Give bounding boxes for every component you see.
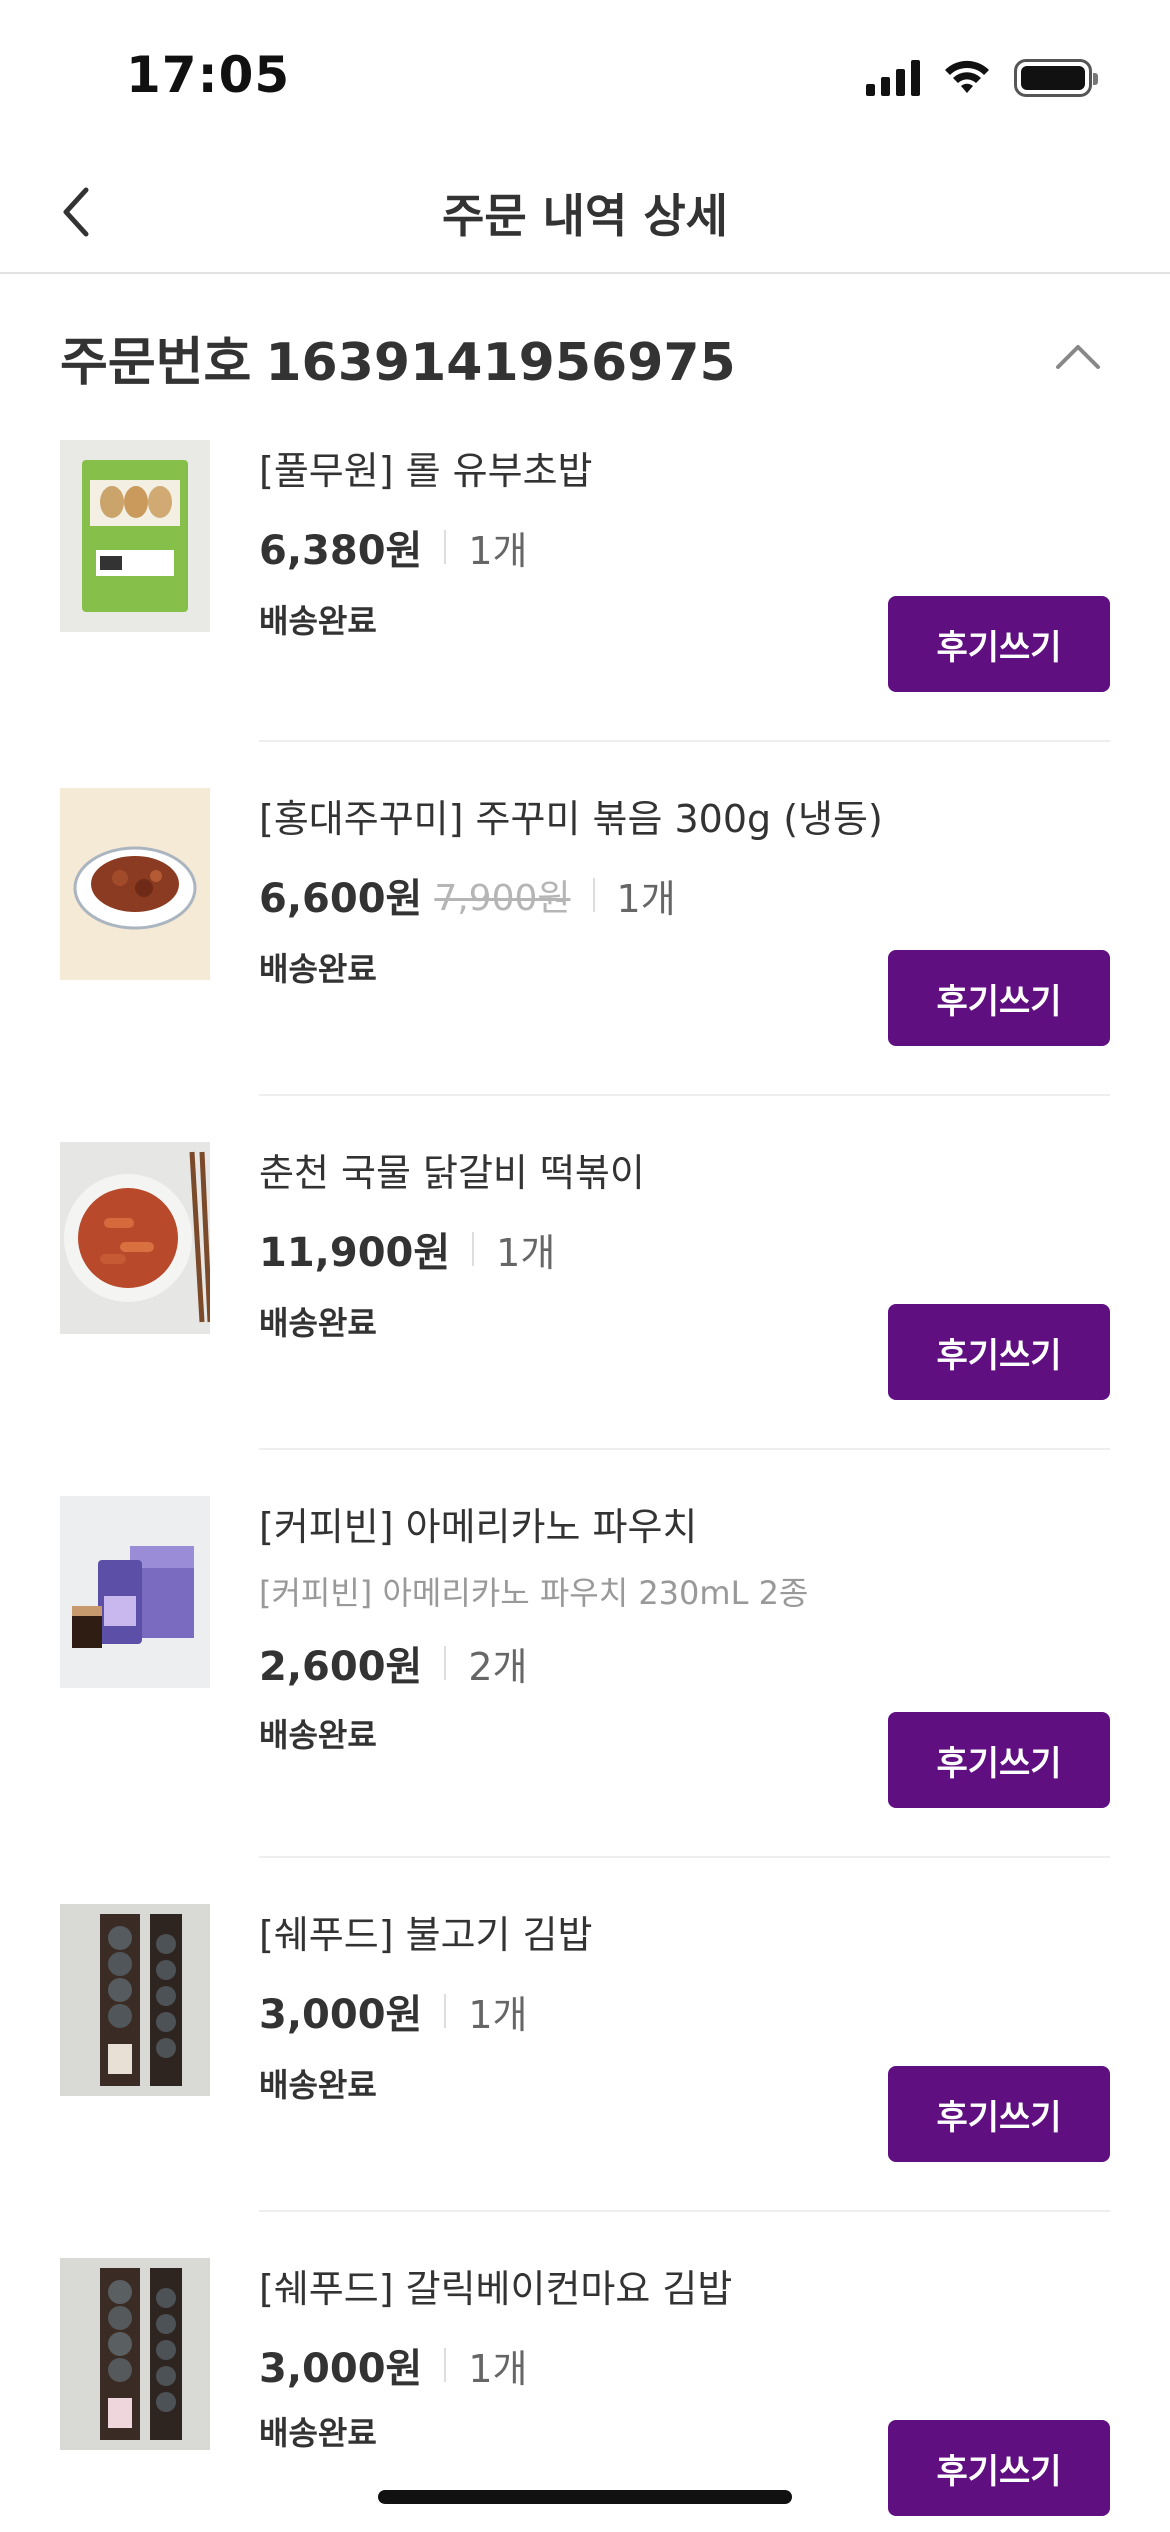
product-quantity: 1개 (468, 2346, 528, 2391)
product-price: 11,900원 (259, 1230, 451, 1276)
product-option: [커피빈] 아메리카노 파우치 230mL 2종 (259, 1574, 809, 1612)
price-row: 11,900원 1개 (259, 1220, 555, 1278)
price-row: 3,000원 1개 (259, 2336, 527, 2394)
header: 주문 내역 상세 (0, 150, 1170, 274)
product-quantity: 1개 (468, 1992, 528, 2037)
price-row: 6,380원 1개 (259, 518, 527, 576)
separator (444, 530, 447, 564)
status-time: 17:05 (126, 46, 291, 104)
write-review-button[interactable]: 후기쓰기 (888, 1712, 1110, 1808)
item-divider (259, 740, 1110, 742)
separator (444, 2348, 447, 2382)
product-name[interactable]: 춘천 국물 닭갈비 떡볶이 (259, 1142, 645, 1197)
order-number-label: 주문번호 1639141956975 (60, 320, 736, 395)
delivery-status: 배송완료 (259, 2066, 377, 2104)
separator (592, 878, 595, 912)
price-row: 2,600원 2개 (259, 1634, 527, 1692)
product-thumbnail (60, 1904, 210, 2096)
separator (444, 1646, 447, 1680)
collapse-button[interactable] (1048, 326, 1108, 386)
cellular-signal-icon (866, 60, 920, 96)
order-detail-screen: 17:05 주문 내역 상세 주문번호 1639141956975 [풀무원] … (0, 0, 1170, 2532)
product-price: 6,380원 (259, 528, 423, 574)
product-price: 3,000원 (259, 1992, 423, 2038)
item-divider (259, 1448, 1110, 1450)
product-quantity: 1개 (616, 876, 676, 921)
delivery-status: 배송완료 (259, 950, 377, 988)
product-name[interactable]: [풀무원] 롤 유부초밥 (259, 440, 593, 495)
product-quantity: 1개 (496, 1230, 556, 1275)
product-name[interactable]: [쉐푸드] 갈릭베이컨마요 김밥 (259, 2258, 732, 2313)
original-price: 7,900원 (434, 878, 571, 919)
delivery-status: 배송완료 (259, 1304, 377, 1342)
delivery-status: 배송완료 (259, 2414, 377, 2452)
product-price: 3,000원 (259, 2346, 423, 2392)
product-name[interactable]: [홍대주꾸미] 주꾸미 볶음 300g (냉동) (259, 788, 883, 843)
delivery-status: 배송완료 (259, 602, 377, 640)
write-review-button[interactable]: 후기쓰기 (888, 2066, 1110, 2162)
write-review-button[interactable]: 후기쓰기 (888, 2420, 1110, 2516)
separator (472, 1232, 475, 1266)
item-divider (259, 1856, 1110, 1858)
product-quantity: 1개 (468, 528, 528, 573)
product-quantity: 2개 (468, 1644, 528, 1689)
product-thumbnail (60, 1142, 210, 1334)
product-thumbnail (60, 788, 210, 980)
product-price: 2,600원 (259, 1644, 423, 1690)
wifi-icon (945, 60, 989, 93)
delivery-status: 배송완료 (259, 1716, 377, 1754)
product-thumbnail (60, 1496, 210, 1688)
product-name[interactable]: [커피빈] 아메리카노 파우치 (259, 1496, 697, 1551)
item-divider (259, 2210, 1110, 2212)
product-name[interactable]: [쉐푸드] 불고기 김밥 (259, 1904, 593, 1959)
item-divider (259, 1094, 1110, 1096)
battery-icon (1014, 59, 1098, 97)
product-thumbnail (60, 440, 210, 632)
order-number-caption: 주문번호 (60, 333, 252, 393)
page-title: 주문 내역 상세 (442, 189, 728, 243)
status-bar: 17:05 (0, 0, 1170, 150)
product-thumbnail (60, 2258, 210, 2450)
price-row: 3,000원 1개 (259, 1982, 527, 2040)
order-number-row: 주문번호 1639141956975 (0, 300, 1170, 410)
write-review-button[interactable]: 후기쓰기 (888, 596, 1110, 692)
write-review-button[interactable]: 후기쓰기 (888, 1304, 1110, 1400)
status-icons (866, 58, 1098, 98)
price-row: 6,600원 7,900원 1개 (259, 866, 676, 924)
product-price: 6,600원 (259, 876, 423, 922)
home-indicator[interactable] (378, 2490, 792, 2504)
write-review-button[interactable]: 후기쓰기 (888, 950, 1110, 1046)
separator (444, 1994, 447, 2028)
chevron-up-icon (1056, 345, 1100, 369)
order-number-value: 1639141956975 (265, 333, 736, 393)
